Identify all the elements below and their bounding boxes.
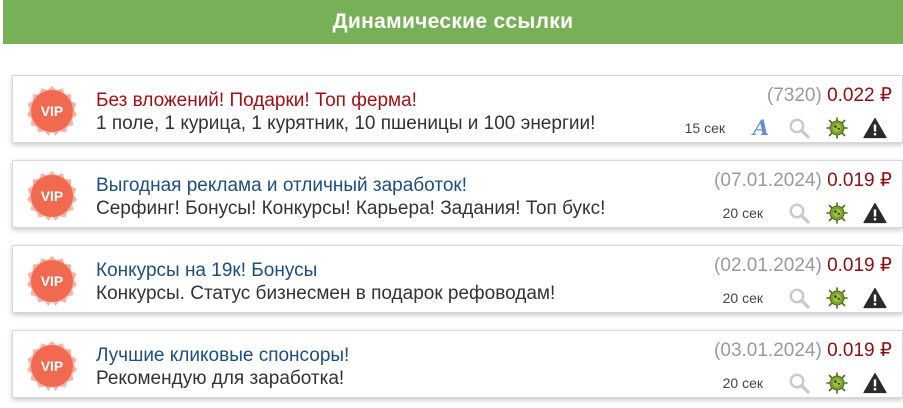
link-description[interactable]: Конкурсы. Статус бизнесмен в подарок реф…	[96, 283, 555, 305]
view-time: 20 сек	[722, 375, 763, 391]
price-label: 0.019 ₽	[827, 340, 892, 361]
link-tools: 20 сек	[723, 371, 887, 395]
link-meta: (07.01.2024) 0.019 ₽	[714, 170, 892, 192]
vip-badge-icon: VIP	[26, 255, 78, 307]
link-tools: 15 сек A	[685, 116, 887, 140]
warning-icon[interactable]	[863, 371, 887, 395]
view-counter: (07.01.2024)	[714, 170, 822, 191]
link-title[interactable]: Без вложений! Подарки! Топ ферма!	[96, 90, 417, 112]
link-card[interactable]: VIP Конкурсы на 19к! Бонусы Конкурсы. Стат…	[12, 245, 903, 313]
link-meta: (02.01.2024) 0.019 ₽	[714, 255, 892, 277]
view-time: 15 сек	[684, 120, 725, 136]
link-tools: 20 сек	[723, 201, 887, 225]
section-header: Динамические ссылки	[3, 0, 903, 44]
price-label: 0.019 ₽	[827, 170, 892, 191]
link-title[interactable]: Конкурсы на 19к! Бонусы	[96, 260, 317, 282]
view-counter: (03.01.2024)	[714, 340, 822, 361]
link-tools: 20 сек	[723, 286, 887, 310]
warning-icon[interactable]	[863, 201, 887, 225]
bug-icon[interactable]	[825, 371, 849, 395]
bug-icon[interactable]	[825, 116, 849, 140]
link-card[interactable]: VIP Без вложений! Подарки! Топ ферма! 1 по…	[12, 75, 903, 143]
view-counter: (02.01.2024)	[714, 255, 822, 276]
link-meta: (7320) 0.022 ₽	[767, 85, 892, 107]
view-time: 20 сек	[722, 205, 763, 221]
svg-text:VIP: VIP	[41, 273, 64, 289]
link-description[interactable]: Рекомендую для заработка!	[96, 368, 344, 390]
warning-icon[interactable]	[863, 286, 887, 310]
search-icon[interactable]	[787, 286, 811, 310]
link-card[interactable]: VIP Выгодная реклама и отличный заработок…	[12, 160, 903, 228]
bug-icon[interactable]	[825, 286, 849, 310]
vip-badge-icon: VIP	[26, 340, 78, 392]
svg-text:VIP: VIP	[41, 358, 64, 374]
link-title[interactable]: Выгодная реклама и отличный заработок!	[96, 175, 467, 197]
price-label: 0.019 ₽	[827, 255, 892, 276]
bug-icon[interactable]	[825, 201, 849, 225]
dynamic-links-page: Динамические ссылки VIP Без вложений! Под…	[0, 0, 903, 408]
warning-icon[interactable]	[863, 116, 887, 140]
vip-badge-icon: VIP	[26, 170, 78, 222]
vip-badge-icon: VIP	[26, 85, 78, 137]
search-icon[interactable]	[787, 116, 811, 140]
font-a-icon[interactable]: A	[749, 116, 773, 140]
link-description[interactable]: Серфинг! Бонусы! Конкурсы! Карьера! Зада…	[96, 198, 605, 220]
search-icon[interactable]	[787, 371, 811, 395]
price-label: 0.022 ₽	[827, 85, 892, 106]
view-counter: (7320)	[766, 85, 822, 106]
link-meta: (03.01.2024) 0.019 ₽	[714, 340, 892, 362]
search-icon[interactable]	[787, 201, 811, 225]
link-card[interactable]: VIP Лучшие кликовые спонсоры! Рекомендую д…	[12, 330, 903, 398]
view-time: 20 сек	[722, 290, 763, 306]
link-title[interactable]: Лучшие кликовые спонсоры!	[96, 345, 349, 367]
svg-text:VIP: VIP	[41, 188, 64, 204]
link-description[interactable]: 1 поле, 1 курица, 1 курятник, 10 пшеницы…	[96, 113, 595, 135]
svg-text:VIP: VIP	[41, 103, 64, 119]
